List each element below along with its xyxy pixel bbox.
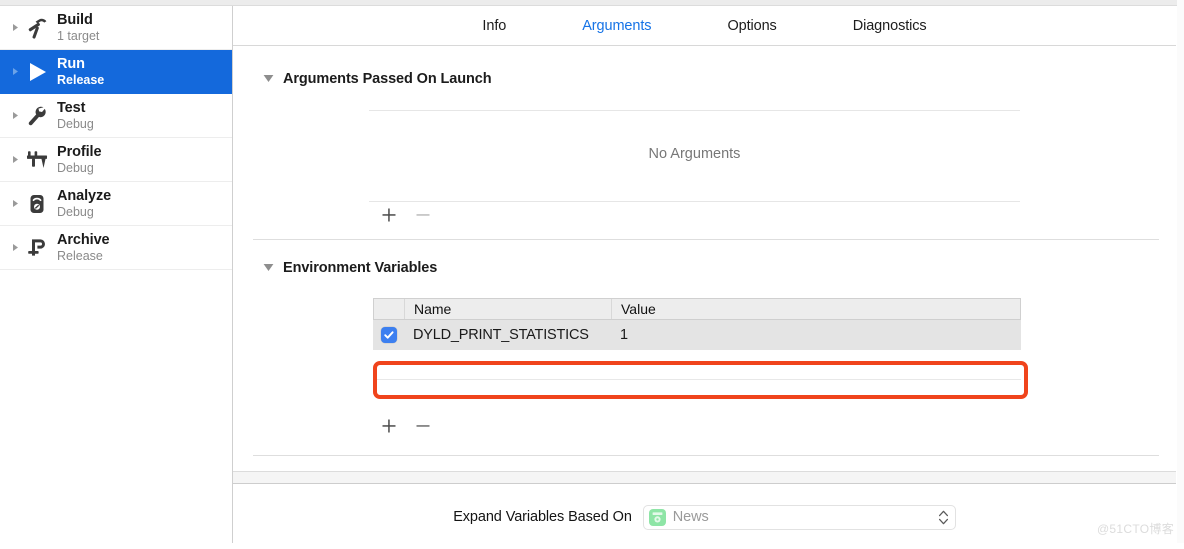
disclosure-triangle-icon[interactable] bbox=[8, 199, 22, 208]
detail-tabbar: Info Arguments Options Diagnostics bbox=[233, 6, 1176, 46]
sidebar-item-profile-title: Profile bbox=[57, 143, 102, 160]
tab-arguments[interactable]: Arguments bbox=[544, 18, 689, 34]
sidebar-item-run-subtitle: Release bbox=[57, 73, 105, 88]
sections-divider bbox=[253, 239, 1159, 240]
expand-variables-popup-button[interactable]: News bbox=[642, 504, 956, 530]
sidebar-item-build[interactable]: Build 1 target bbox=[0, 6, 232, 50]
table-row[interactable]: DYLD_PRINT_STATISTICS 1 bbox=[373, 320, 1021, 350]
checkbox-checked-icon[interactable] bbox=[380, 327, 397, 343]
section-disclosure-triangle-icon[interactable] bbox=[263, 70, 274, 88]
sidebar-item-build-subtitle: 1 target bbox=[57, 29, 100, 44]
arguments-empty-list[interactable]: No Arguments bbox=[369, 110, 1020, 202]
tab-options[interactable]: Options bbox=[689, 18, 814, 34]
sidebar-item-run[interactable]: Run Release bbox=[0, 50, 232, 94]
sidebar-item-profile[interactable]: Profile Debug bbox=[0, 138, 232, 182]
sidebar-item-analyze-text: Analyze Debug bbox=[57, 188, 111, 219]
sidebar-item-profile-subtitle: Debug bbox=[57, 161, 94, 176]
sidebar-item-analyze-subtitle: Debug bbox=[57, 205, 94, 220]
disclosure-triangle-icon[interactable] bbox=[8, 67, 22, 76]
arguments-empty-message: No Arguments bbox=[648, 146, 741, 162]
sidebar-item-run-title: Run bbox=[57, 55, 85, 72]
sidebar-item-test-subtitle: Debug bbox=[57, 117, 94, 132]
arguments-add-remove-controls bbox=[372, 202, 440, 228]
row-enabled-cell[interactable] bbox=[373, 327, 404, 343]
table-empty-row[interactable] bbox=[373, 350, 1021, 380]
sidebar-item-test-title: Test bbox=[57, 99, 86, 116]
disclosure-triangle-icon[interactable] bbox=[8, 111, 22, 120]
expand-variables-footer: Expand Variables Based On News bbox=[233, 485, 1176, 549]
sidebar-item-archive[interactable]: Archive Release bbox=[0, 226, 232, 270]
sidebar-item-profile-text: Profile Debug bbox=[57, 143, 102, 176]
expand-variables-popup-value: News bbox=[672, 509, 709, 525]
environment-section-title: Environment Variables bbox=[283, 260, 438, 276]
expand-variables-label: Expand Variables Based On bbox=[453, 509, 632, 525]
scheme-detail-pane: Info Arguments Options Diagnostics Argum… bbox=[233, 6, 1184, 549]
name-column-header[interactable]: Name bbox=[405, 299, 612, 319]
window-right-gutter bbox=[1177, 0, 1184, 543]
arguments-list-bottom-rule bbox=[369, 201, 1020, 202]
wrench-icon bbox=[22, 104, 52, 128]
environment-add-remove-controls bbox=[372, 413, 440, 439]
add-environment-variable-button[interactable] bbox=[372, 413, 406, 439]
clamp-icon bbox=[22, 236, 52, 260]
row-value-cell[interactable]: 1 bbox=[611, 327, 1021, 343]
section-disclosure-triangle-icon[interactable] bbox=[263, 259, 274, 277]
hammer-icon bbox=[22, 16, 52, 40]
arguments-section-header[interactable]: Arguments Passed On Launch bbox=[263, 70, 492, 88]
add-argument-button[interactable] bbox=[372, 202, 406, 228]
arguments-pane-body: Arguments Passed On Launch No Arguments bbox=[233, 46, 1176, 471]
value-column-header[interactable]: Value bbox=[612, 299, 1020, 319]
sidebar-item-archive-subtitle: Release bbox=[57, 249, 103, 264]
stethoscope-icon bbox=[22, 192, 52, 216]
environment-table-header: Name Value bbox=[373, 298, 1021, 320]
tab-diagnostics[interactable]: Diagnostics bbox=[815, 18, 965, 34]
sidebar-item-analyze[interactable]: Analyze Debug bbox=[0, 182, 232, 226]
sidebar-item-test-text: Test Debug bbox=[57, 100, 94, 131]
caliper-icon bbox=[22, 148, 52, 172]
row-name-cell[interactable]: DYLD_PRINT_STATISTICS bbox=[404, 327, 611, 343]
scheme-editor-window: Build 1 target Run Release Test Debug Pr… bbox=[0, 0, 1184, 549]
arguments-section-title: Arguments Passed On Launch bbox=[283, 71, 492, 87]
sidebar-item-build-title: Build bbox=[57, 11, 93, 28]
play-icon bbox=[22, 60, 52, 84]
environment-section-header[interactable]: Environment Variables bbox=[263, 259, 437, 277]
sidebar-item-run-text: Run Release bbox=[57, 56, 104, 87]
sidebar-item-analyze-title: Analyze bbox=[57, 187, 112, 204]
watermark: @51CTO博客 bbox=[1096, 522, 1174, 536]
disclosure-triangle-icon[interactable] bbox=[8, 243, 22, 252]
sidebar-item-archive-title: Archive bbox=[57, 231, 110, 248]
scheme-actions-sidebar: Build 1 target Run Release Test Debug Pr… bbox=[0, 6, 233, 543]
remove-environment-variable-button[interactable] bbox=[406, 413, 440, 439]
news-app-icon bbox=[648, 508, 666, 526]
remove-argument-button[interactable] bbox=[406, 202, 440, 228]
chevron-up-down-icon[interactable] bbox=[937, 509, 951, 526]
sidebar-item-archive-text: Archive Release bbox=[57, 232, 110, 263]
disclosure-triangle-icon[interactable] bbox=[8, 155, 22, 164]
pane-bottom-divider bbox=[233, 471, 1176, 484]
tab-info[interactable]: Info bbox=[444, 18, 544, 34]
environment-variables-table: Name Value DYLD_PRINT_STATISTICS 1 bbox=[373, 298, 1021, 380]
enabled-column-header bbox=[374, 299, 405, 319]
disclosure-triangle-icon[interactable] bbox=[8, 23, 22, 32]
environment-section-bottom-divider bbox=[253, 455, 1159, 456]
sidebar-item-build-text: Build 1 target bbox=[57, 12, 99, 43]
sidebar-item-test[interactable]: Test Debug bbox=[0, 94, 232, 138]
